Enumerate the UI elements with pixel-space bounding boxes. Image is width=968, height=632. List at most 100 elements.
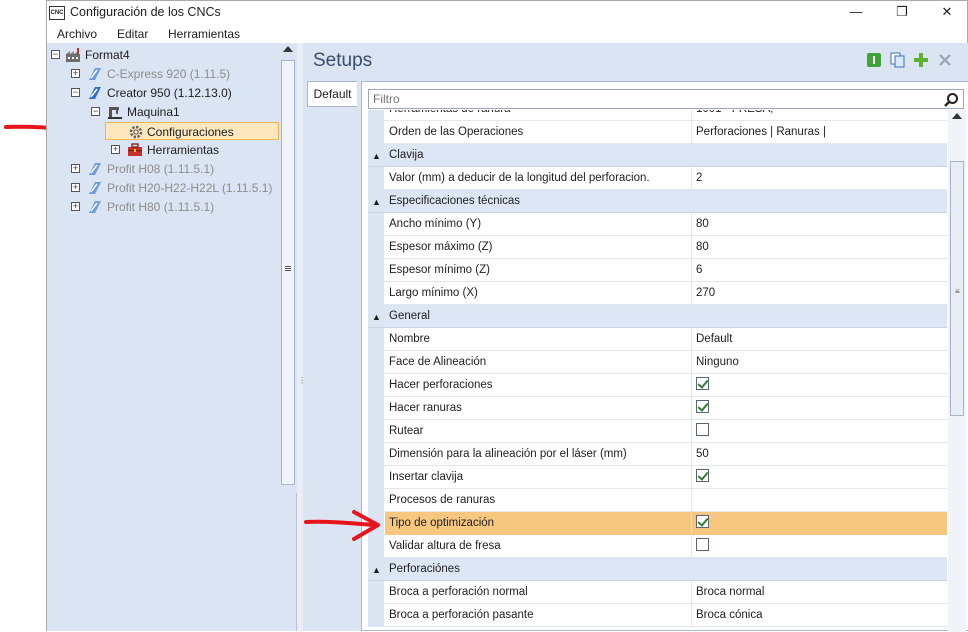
- property-name: Espesor mínimo (Z): [385, 259, 692, 282]
- scroll-up-arrow-icon[interactable]: [952, 113, 962, 119]
- tree-scrollbar[interactable]: [279, 43, 297, 493]
- grid-row[interactable]: Espesor mínimo (Z) 6: [368, 259, 947, 282]
- delete-icon[interactable]: [937, 52, 953, 68]
- property-value[interactable]: 1001 - FRESA;: [692, 110, 947, 121]
- tree-label: Profit H80 (1.11.5.1): [107, 200, 215, 214]
- collapse-icon[interactable]: −: [71, 88, 80, 97]
- grid-row[interactable]: Hacer perforaciones: [368, 374, 947, 397]
- property-value[interactable]: 6: [692, 259, 947, 282]
- tree-node-profit-h80[interactable]: + Profit H80 (1.11.5.1): [71, 198, 271, 216]
- grid-row[interactable]: Validar altura de fresa: [368, 535, 947, 558]
- collapse-caret-icon[interactable]: ▲: [372, 312, 381, 322]
- maximize-button[interactable]: ❐: [879, 1, 925, 25]
- expand-icon[interactable]: +: [71, 164, 80, 173]
- grid-row[interactable]: Procesos de ranuras: [368, 489, 947, 512]
- expand-icon[interactable]: +: [71, 69, 80, 78]
- grid-row-selected[interactable]: Tipo de optimización: [368, 512, 947, 535]
- tab-default[interactable]: Default: [307, 81, 357, 107]
- property-value[interactable]: 80: [692, 236, 947, 259]
- tree-node-herramientas[interactable]: + Herramientas: [111, 141, 271, 159]
- close-button[interactable]: ✕: [924, 1, 968, 25]
- property-name: Tipo de optimización: [385, 512, 692, 535]
- gear-icon: [129, 125, 143, 139]
- property-name: Hacer perforaciones: [385, 374, 692, 397]
- grid-row[interactable]: Espesor máximo (Z) 80: [368, 236, 947, 259]
- property-name: Orden de las Operaciones: [385, 121, 692, 144]
- collapse-icon[interactable]: −: [91, 107, 100, 116]
- grid-row[interactable]: Herramientas de ranura1001 - FRESA;: [368, 110, 947, 121]
- checkbox[interactable]: [696, 515, 709, 529]
- menu-bar: Archivo Editar Herramientas: [47, 25, 967, 43]
- tree-node-c-express[interactable]: + C-Express 920 (1.11.5): [71, 65, 271, 83]
- tree-node-profit-h08[interactable]: + Profit H08 (1.11.5.1): [71, 160, 271, 178]
- property-value[interactable]: 270: [692, 282, 947, 305]
- category-especificaciones[interactable]: ▲ Especificaciones técnicas: [368, 190, 947, 213]
- property-value[interactable]: Broca cónica: [692, 604, 947, 627]
- grid-row[interactable]: Broca a perforación pasante Broca cónica: [368, 604, 947, 627]
- property-name: Hacer ranuras: [385, 397, 692, 420]
- collapse-icon[interactable]: −: [51, 50, 60, 59]
- tree-node-profit-h20[interactable]: + Profit H20-H22-H22L (1.11.5.1): [71, 179, 281, 197]
- checkbox[interactable]: [696, 423, 709, 437]
- grid-row[interactable]: Insertar clavija: [368, 466, 947, 489]
- cnc-machine-icon: [89, 87, 101, 99]
- checkbox[interactable]: [696, 377, 709, 391]
- property-value[interactable]: 2: [692, 167, 947, 190]
- grid-scrollbar[interactable]: ≡: [948, 110, 966, 632]
- grid-row[interactable]: Nombre Default: [368, 328, 947, 351]
- collapse-caret-icon[interactable]: ▲: [372, 197, 381, 207]
- grid-row[interactable]: Valor (mm) a deducir de la longitud del …: [368, 167, 947, 190]
- property-value[interactable]: [692, 489, 947, 512]
- checkbox[interactable]: [696, 469, 709, 483]
- tab-strip: Default: [305, 81, 357, 631]
- add-icon[interactable]: [913, 52, 929, 68]
- factory-icon: [66, 48, 80, 62]
- property-value[interactable]: 50: [692, 443, 947, 466]
- property-value[interactable]: Ninguno: [692, 351, 947, 374]
- copy-icon[interactable]: [890, 52, 906, 68]
- collapse-caret-icon[interactable]: ▲: [372, 565, 381, 575]
- property-value[interactable]: Broca normal: [692, 581, 947, 604]
- grid-row[interactable]: Largo mínimo (X) 270: [368, 282, 947, 305]
- category-perforaciones[interactable]: ▲ Perforaciónes: [368, 558, 947, 581]
- checkbox[interactable]: [696, 400, 709, 414]
- search-icon[interactable]: [943, 92, 959, 108]
- tree-node-configuraciones[interactable]: Configuraciones: [105, 122, 279, 140]
- tree-node-root[interactable]: − Format4: [51, 46, 271, 64]
- minimize-button[interactable]: —: [833, 1, 879, 25]
- expand-icon[interactable]: +: [71, 202, 80, 211]
- scroll-thumb[interactable]: [281, 60, 295, 485]
- menu-editar[interactable]: Editar: [117, 27, 148, 41]
- tree-node-maquina1[interactable]: − Maquina1: [91, 103, 271, 121]
- title-bar[interactable]: CNC Configuración de los CNCs — ❐ ✕: [47, 1, 967, 25]
- info-icon[interactable]: [866, 52, 882, 68]
- toolbox-icon: [128, 143, 142, 156]
- menu-herramientas[interactable]: Herramientas: [168, 27, 240, 41]
- grid-row[interactable]: Broca a perforación normal Broca normal: [368, 581, 947, 604]
- category-clavija[interactable]: ▲ Clavija: [368, 144, 947, 167]
- filter-input[interactable]: [369, 90, 939, 108]
- property-value[interactable]: 80: [692, 213, 947, 236]
- tree-label: Maquina1: [127, 105, 180, 119]
- property-name: Validar altura de fresa: [385, 535, 692, 558]
- property-value[interactable]: Default: [692, 328, 947, 351]
- grid-row[interactable]: Face de Alineación Ninguno: [368, 351, 947, 374]
- collapse-caret-icon[interactable]: ▲: [372, 151, 381, 161]
- grid-row[interactable]: Hacer ranuras: [368, 397, 947, 420]
- property-value[interactable]: Perforaciones | Ranuras |: [692, 121, 947, 144]
- grid-row[interactable]: Ancho mínimo (Y) 80: [368, 213, 947, 236]
- annotation-arrow-grid: [304, 510, 380, 541]
- grid-row[interactable]: Rutear: [368, 420, 947, 443]
- menu-archivo[interactable]: Archivo: [57, 27, 97, 41]
- cnc-machine-icon: [89, 201, 101, 213]
- tree-node-creator-950[interactable]: − Creator 950 (1.12.13.0): [71, 84, 271, 102]
- category-general[interactable]: ▲ General: [368, 305, 947, 328]
- expand-icon[interactable]: +: [71, 183, 80, 192]
- checkbox[interactable]: [696, 538, 709, 552]
- property-name: Rutear: [385, 420, 692, 443]
- grid-row[interactable]: Orden de las Operaciones Perforaciones | …: [368, 121, 947, 144]
- scroll-thumb[interactable]: ≡: [950, 161, 964, 416]
- scroll-up-arrow-icon[interactable]: [283, 46, 293, 52]
- grid-row[interactable]: Dimensión para la alineación por el láse…: [368, 443, 947, 466]
- expand-icon[interactable]: +: [111, 145, 120, 154]
